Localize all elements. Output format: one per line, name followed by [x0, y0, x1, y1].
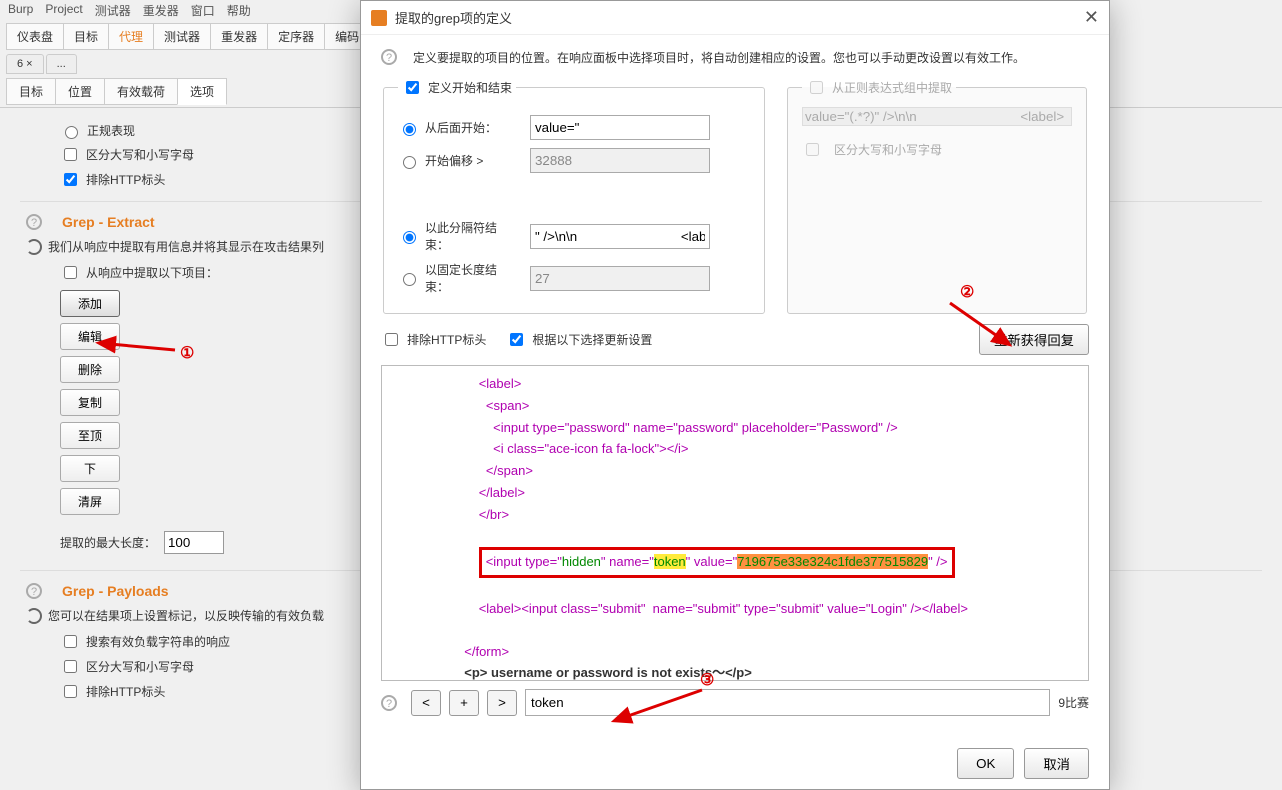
cancel-button[interactable]: 取消 — [1024, 748, 1089, 779]
start-after-radio[interactable] — [403, 123, 416, 136]
grep-payloads-title: Grep - Payloads — [62, 583, 169, 599]
search-next-button[interactable]: > — [487, 690, 517, 716]
define-start-end-check[interactable] — [406, 81, 419, 94]
regex-group-fieldset: 从正则表达式组中提取 区分大写和小写字母 — [787, 78, 1087, 314]
define-start-end-fieldset: 定义开始和结束 从后面开始： 开始偏移 > 以此分隔符结束： 以固定长度结束： — [383, 78, 765, 314]
regex-group-label: 从正则表达式组中提取 — [832, 79, 952, 96]
refresh-icon — [26, 239, 42, 255]
tab-sequencer[interactable]: 定序器 — [267, 23, 325, 50]
tab-dashboard[interactable]: 仪表盘 — [6, 23, 64, 50]
clear-button[interactable]: 清屏 — [60, 488, 120, 515]
refetch-button[interactable]: 重新获得回复 — [979, 324, 1089, 355]
refresh-icon — [26, 608, 42, 624]
close-icon[interactable]: ✕ — [1084, 7, 1099, 28]
tab-repeater[interactable]: 重发器 — [210, 23, 268, 50]
menu-item[interactable]: 帮助 — [227, 2, 251, 19]
exclude-http-headers-check[interactable] — [385, 333, 398, 346]
exclude-http-label: 排除HTTP标头 — [86, 171, 165, 188]
menu-item[interactable]: Project — [45, 2, 82, 19]
end-delim-radio[interactable] — [403, 231, 416, 244]
response-code-viewer[interactable]: <label> <span> <input type="password" na… — [381, 365, 1089, 681]
itab-position[interactable]: 位置 — [55, 78, 105, 105]
add-button[interactable]: 添加 — [60, 290, 120, 317]
itab-payload[interactable]: 有效载荷 — [104, 78, 178, 105]
update-settings-check[interactable] — [510, 333, 523, 346]
extract-items-check[interactable] — [64, 266, 77, 279]
tab-tester[interactable]: 测试器 — [153, 23, 211, 50]
extract-items-label: 从响应中提取以下项目： — [86, 264, 218, 281]
top-button[interactable]: 至顶 — [60, 422, 120, 449]
ok-button[interactable]: OK — [957, 748, 1014, 779]
dialog-titlebar: 提取的grep项的定义 ✕ — [361, 1, 1109, 35]
payload-search-check[interactable] — [64, 635, 77, 648]
subtab-more[interactable]: ... — [46, 54, 77, 74]
payload-http-check[interactable] — [64, 685, 77, 698]
payload-case-check[interactable] — [64, 660, 77, 673]
start-offset-radio[interactable] — [403, 156, 416, 169]
define-start-end-label: 定义开始和结束 — [428, 79, 512, 96]
search-prev-button[interactable]: < — [411, 690, 441, 716]
extract-button-column: 添加 编辑 删除 复制 至顶 下 清屏 — [60, 290, 120, 515]
case-check[interactable] — [64, 148, 77, 161]
grep-payloads-desc: 您可以在结果项上设置标记，以反映传输的有效负载 — [48, 607, 324, 624]
grep-extract-dialog: 提取的grep项的定义 ✕ ? 定义要提取的项目的位置。在响应面板中选择项目时，将… — [360, 0, 1110, 790]
match-count: 9比赛 — [1058, 694, 1089, 711]
search-input[interactable] — [525, 689, 1050, 716]
end-fixed-input — [530, 266, 710, 291]
search-add-button[interactable]: + — [449, 690, 479, 716]
regex-group-input — [802, 107, 1072, 126]
max-len-label: 提取的最大长度： — [60, 534, 156, 551]
exclude-http-check[interactable] — [64, 173, 77, 186]
dialog-title: 提取的grep项的定义 — [395, 8, 512, 27]
down-button[interactable]: 下 — [60, 455, 120, 482]
delete-button[interactable]: 删除 — [60, 356, 120, 383]
highlighted-token-line: <input type="hidden" name="token" value=… — [479, 547, 955, 578]
max-len-input[interactable] — [164, 531, 224, 554]
app-icon — [371, 10, 387, 26]
itab-options[interactable]: 选项 — [177, 78, 227, 105]
start-offset-input — [530, 148, 710, 173]
tab-proxy[interactable]: 代理 — [108, 23, 154, 50]
help-icon[interactable]: ? — [26, 214, 42, 230]
menu-item[interactable]: 测试器 — [95, 2, 131, 19]
regex-radio[interactable] — [65, 126, 78, 139]
help-icon[interactable]: ? — [381, 695, 397, 711]
case-label: 区分大写和小写字母 — [86, 146, 194, 163]
tab-target[interactable]: 目标 — [63, 23, 109, 50]
itab-target[interactable]: 目标 — [6, 78, 56, 105]
end-delim-input[interactable] — [530, 224, 710, 249]
menu-item[interactable]: Burp — [8, 2, 33, 19]
dialog-desc: 定义要提取的项目的位置。在响应面板中选择项目时，将自动创建相应的设置。您也可以手… — [413, 49, 1025, 66]
end-fixed-radio[interactable] — [403, 273, 416, 286]
menu-item[interactable]: 窗口 — [191, 2, 215, 19]
copy-button[interactable]: 复制 — [60, 389, 120, 416]
regex-case-check — [806, 143, 819, 156]
help-icon[interactable]: ? — [381, 49, 397, 65]
menu-item[interactable]: 重发器 — [143, 2, 179, 19]
subtab-6[interactable]: 6 × — [6, 54, 44, 74]
help-icon[interactable]: ? — [26, 583, 42, 599]
edit-button[interactable]: 编辑 — [60, 323, 120, 350]
grep-extract-title: Grep - Extract — [62, 214, 155, 230]
regex-label: 正规表现 — [87, 122, 135, 139]
regex-group-check — [810, 81, 823, 94]
grep-extract-desc: 我们从响应中提取有用信息并将其显示在攻击结果列 — [48, 238, 324, 255]
start-after-input[interactable] — [530, 115, 710, 140]
